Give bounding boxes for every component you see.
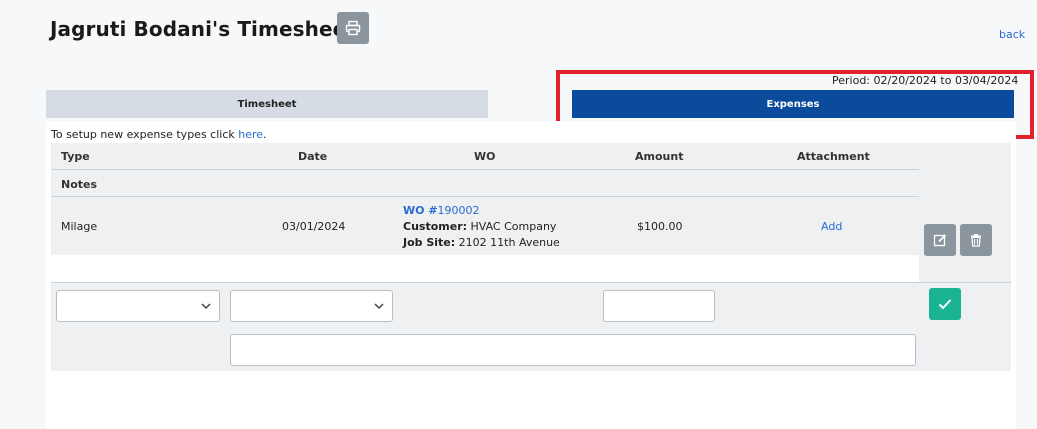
setup-instructions: To setup new expense types click here. <box>51 128 267 141</box>
chevron-down-icon <box>201 303 211 310</box>
amount-input[interactable] <box>603 290 715 322</box>
jobsite-value: 2102 11th Avenue <box>455 236 560 249</box>
customer-label: Customer: <box>403 220 468 233</box>
row-customer: Customer: HVAC Company <box>403 220 556 233</box>
row-divider <box>51 282 1011 283</box>
row-type: Milage <box>61 220 98 233</box>
column-header-amount: Amount <box>635 150 684 163</box>
setup-text: To setup new expense types click <box>51 128 239 141</box>
row-wo-link[interactable]: WO #190002 <box>403 204 480 217</box>
edit-icon <box>933 234 947 247</box>
row-date: 03/01/2024 <box>282 220 346 233</box>
delete-button[interactable] <box>960 224 992 256</box>
notes-input[interactable] <box>230 334 916 366</box>
row-amount: $100.00 <box>637 220 683 233</box>
printer-icon <box>345 20 361 36</box>
setup-suffix: . <box>263 128 267 141</box>
notes-row <box>51 255 919 282</box>
trash-icon <box>971 234 981 247</box>
page-title: Jagruti Bodani's Timesheet <box>50 17 356 41</box>
print-button[interactable] <box>337 12 369 44</box>
save-button[interactable] <box>929 288 961 320</box>
customer-value: HVAC Company <box>467 220 557 233</box>
column-header-attachment: Attachment <box>797 150 870 163</box>
column-header-wo: WO <box>474 150 496 163</box>
wo-number: 190002 <box>437 204 480 217</box>
setup-here-link[interactable]: here <box>238 128 263 141</box>
expense-type-select[interactable] <box>56 290 220 322</box>
date-select[interactable] <box>230 290 393 322</box>
add-attachment-link[interactable]: Add <box>821 220 842 233</box>
wo-prefix: WO # <box>403 204 438 217</box>
column-header-date: Date <box>298 150 328 163</box>
jobsite-label: Job Site: <box>403 236 456 249</box>
chevron-down-icon <box>374 303 384 310</box>
back-link[interactable]: back <box>999 28 1025 41</box>
column-header-type: Type <box>61 150 90 163</box>
tab-timesheet[interactable]: Timesheet <box>46 90 488 118</box>
column-header-notes: Notes <box>61 178 98 191</box>
edit-button[interactable] <box>924 224 956 256</box>
row-jobsite: Job Site: 2102 11th Avenue <box>403 236 560 249</box>
check-icon <box>938 299 952 310</box>
header-divider <box>51 169 919 170</box>
